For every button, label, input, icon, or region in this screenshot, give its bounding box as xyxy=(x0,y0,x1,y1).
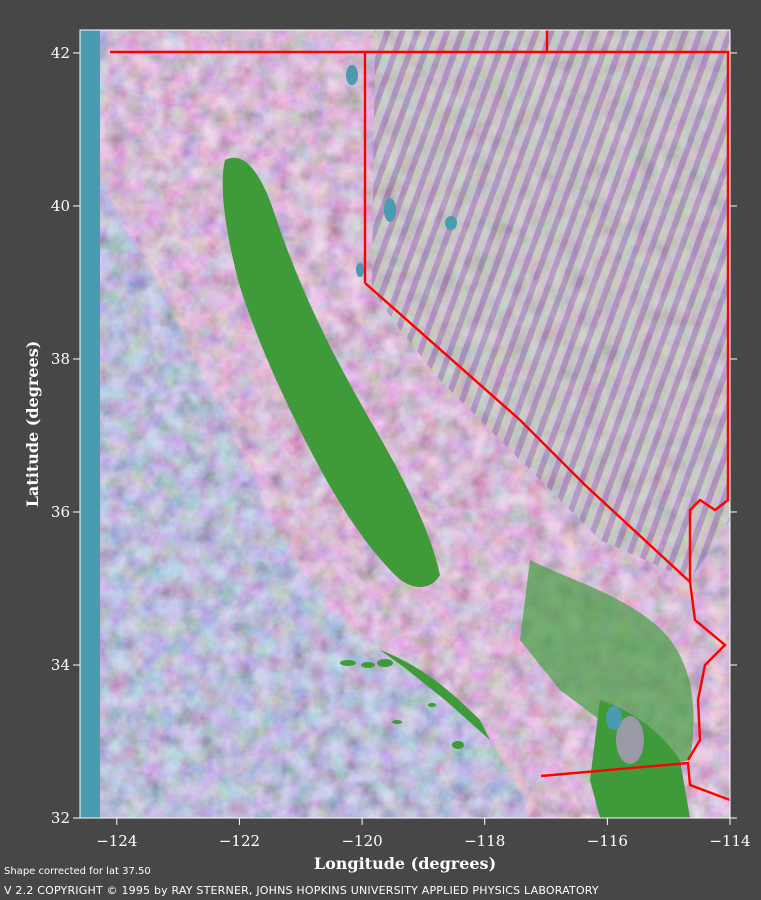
y-tick-label: 32 xyxy=(51,809,70,827)
map-plot-area xyxy=(80,30,730,818)
x-tick-label: −114 xyxy=(709,832,750,850)
y-tick-label: 34 xyxy=(51,656,70,674)
x-axis: −124 −122 −120 −118 −116 −114 xyxy=(96,818,751,850)
y-tick-label: 42 xyxy=(51,44,70,62)
x-tick-label: −124 xyxy=(96,832,137,850)
y-tick-label: 38 xyxy=(51,350,70,368)
map-figure: −124 −122 −120 −118 −116 −114 42 40 38 36 34 32 Lo… xyxy=(23,29,751,873)
x-tick-label: −116 xyxy=(587,832,628,850)
y-tick-label: 36 xyxy=(51,503,70,521)
x-tick-label: −120 xyxy=(341,832,382,850)
x-axis-title: Longitude (degrees) xyxy=(314,854,496,873)
y-axis-title: Latitude (degrees) xyxy=(23,341,42,508)
x-tick-label: −122 xyxy=(219,832,260,850)
x-tick-label: −118 xyxy=(464,832,505,850)
shape-correction-note: Shape corrected for lat 37.50 xyxy=(4,866,151,877)
copyright-line: V 2.2 COPYRIGHT © 1995 by RAY STERNER, J… xyxy=(4,884,599,897)
y-tick-label: 40 xyxy=(51,197,70,215)
